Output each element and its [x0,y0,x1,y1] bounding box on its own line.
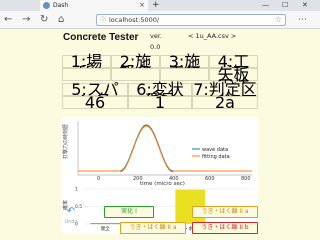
wave-chart: 打撃力の時刻歴 0 200 400 600 800 wave data fitting … [62,117,258,187]
grid-value-judgement: 2a [192,95,258,111]
legend-fitting-label: fitting data [202,154,230,160]
close-window-button[interactable]: ✕ [302,0,308,11]
minimize-button[interactable]: — [262,0,269,11]
version-value: 0.0 [150,43,161,51]
close-tab-icon[interactable]: × [139,0,145,11]
wave-xtick-label: 800 [241,176,251,182]
legend-wave-label: wave data [202,147,228,153]
browser-toolbar: ← → ↻ ⌂ ⓘ localhost:5000/ ☆ ⋯ [0,11,320,29]
file-selector[interactable]: < 1u_AA.csv > [188,32,236,40]
wave-chart-ylabel: 打撃力の時刻歴 [62,124,69,159]
grid-value-defect-no: 1 [128,95,192,111]
tab-strip: Dash × + — ☐ ✕ [0,0,320,11]
back-arrow-icon[interactable]: ← [4,13,12,27]
probability-category-label: 健全 [101,225,110,232]
address-bar[interactable]: ⓘ localhost:5000/ ☆ [96,14,286,26]
wave-xtick-label: 600 [205,176,215,182]
probability-ytick-label: 1 [75,187,78,193]
tab-dash[interactable]: Dash × [40,0,148,11]
version-label: ver. [150,32,162,40]
undo-icon: ↶ [66,206,76,217]
class-2a-button[interactable]: うき・はく離 II a [192,206,258,218]
browser-window: Dash × + — ☐ ✕ ← → ↻ ⌂ ⓘ localhost:5000/… [0,0,320,240]
page-title: Concrete Tester [63,32,139,43]
class-1-button[interactable]: 実化 I [104,206,154,218]
new-tab-button[interactable]: + [152,0,160,11]
grid-header-facility: 2:施設名 [111,54,160,81]
forward-arrow-icon[interactable]: → [22,13,30,27]
info-icon[interactable]: ⓘ [100,16,106,26]
probability-bar [90,223,121,225]
undo-button[interactable]: ↶ Undo [64,206,78,236]
reload-icon[interactable]: ↻ [40,13,48,27]
grid-header-year: 3:施工年 [160,54,209,81]
grid-value-span: 46 [62,95,128,111]
grid-header-location: 1:場所 [62,54,111,81]
maximize-button[interactable]: ☐ [282,0,288,11]
bookmark-star-icon[interactable]: ☆ [275,15,282,25]
browser-menu-icon[interactable]: ⋯ [298,13,307,27]
undo-label: Undo [64,219,78,225]
home-icon[interactable]: ⌂ [58,13,64,27]
class-2a-alt-button[interactable]: うき・はく離 II a [120,222,186,234]
class-2b-button[interactable]: うき・はく離 II b [192,222,258,234]
dash-favicon-icon [43,2,50,9]
tab-title: Dash [53,2,69,9]
url-text: localhost:5000/ [109,16,160,24]
dash-page: Concrete Tester ver. 0.0 < 1u_AA.csv > 1… [0,29,320,240]
wave-xtick-label: 0 [97,176,100,182]
wave-chart-bg [62,117,258,187]
